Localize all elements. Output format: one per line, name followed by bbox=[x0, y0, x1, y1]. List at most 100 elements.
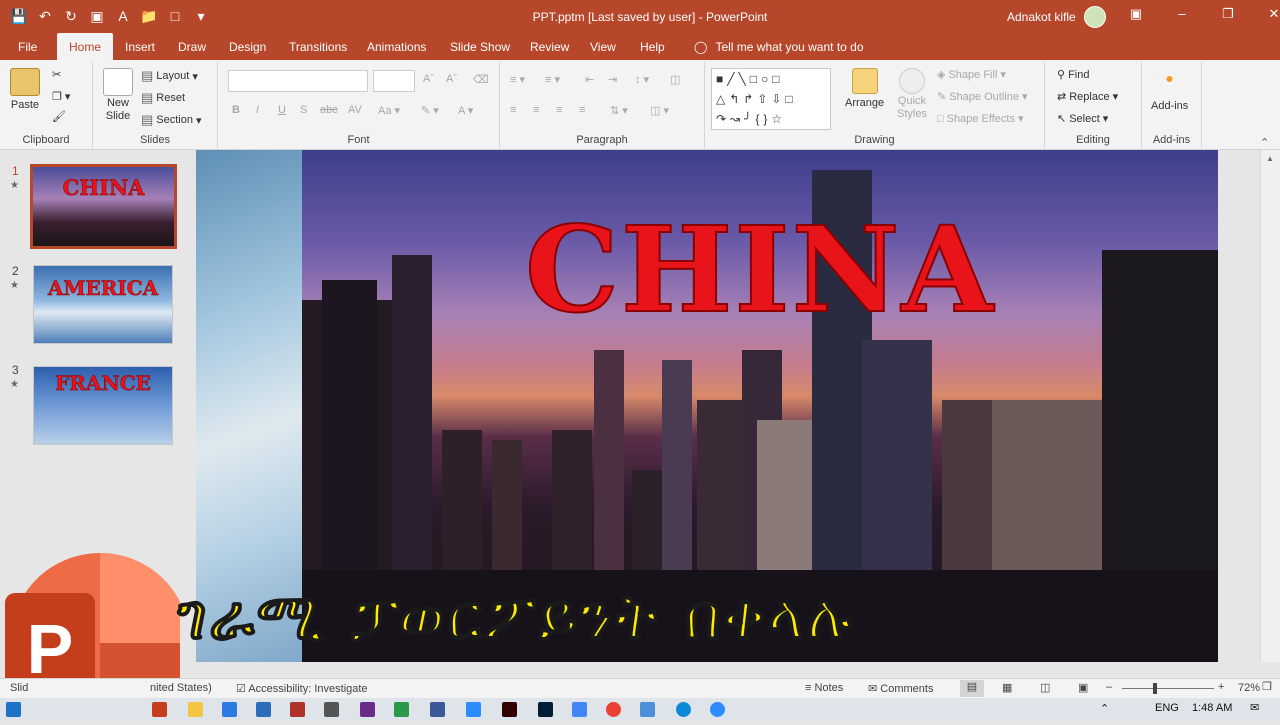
app-icon[interactable] bbox=[324, 702, 339, 717]
paste-button[interactable]: Paste bbox=[10, 68, 40, 111]
store-icon[interactable] bbox=[222, 702, 237, 717]
google-icon[interactable] bbox=[572, 702, 587, 717]
save-icon[interactable]: 💾 bbox=[8, 6, 30, 26]
slide-thumbnail[interactable]: CHINA bbox=[30, 164, 177, 249]
italic-icon[interactable]: I bbox=[256, 104, 259, 116]
font-size-select[interactable] bbox=[373, 70, 415, 92]
tab-file[interactable]: File bbox=[18, 40, 37, 54]
find-button[interactable]: ⚲ Find bbox=[1057, 68, 1089, 82]
addins-button[interactable]: ● Add-ins bbox=[1151, 70, 1188, 112]
language-status[interactable]: nited States) bbox=[150, 682, 212, 694]
language-indicator[interactable]: ENG bbox=[1155, 702, 1179, 714]
slide-thumbnail[interactable]: FRANCE bbox=[33, 366, 173, 445]
zoom-out-icon[interactable]: – bbox=[1106, 681, 1112, 693]
windows-start-icon[interactable] bbox=[6, 702, 21, 717]
clock[interactable]: 1:48 AM bbox=[1192, 702, 1232, 714]
underline-icon[interactable]: U bbox=[278, 104, 286, 116]
copy-icon[interactable]: ❐ ▾ bbox=[52, 90, 70, 103]
notifications-icon[interactable]: ✉ bbox=[1250, 701, 1259, 714]
tell-me-box[interactable]: ◯ Tell me what you want to do bbox=[694, 40, 864, 54]
present-icon[interactable]: ▣ bbox=[86, 6, 108, 26]
user-name[interactable]: Adnakot kifle bbox=[1007, 10, 1076, 24]
tab-review[interactable]: Review bbox=[530, 40, 569, 54]
slide-sorter-icon[interactable]: ▦ bbox=[1002, 681, 1012, 694]
shapes-gallery[interactable]: ■╱╲□○□ △↰↱⇧⇩□ ↷↝╯{}☆ bbox=[711, 68, 831, 130]
tab-insert[interactable]: Insert bbox=[125, 40, 155, 54]
tab-help[interactable]: Help bbox=[640, 40, 665, 54]
avatar[interactable] bbox=[1084, 6, 1106, 28]
file-explorer-icon[interactable] bbox=[188, 702, 203, 717]
decrease-indent-icon[interactable]: ⇤ bbox=[585, 73, 594, 86]
font-color-icon[interactable]: A ▾ bbox=[458, 104, 473, 117]
tab-slide-show[interactable]: Slide Show bbox=[450, 40, 510, 54]
app-icon[interactable] bbox=[640, 702, 655, 717]
strikethrough-icon[interactable]: abc bbox=[320, 104, 338, 116]
chrome-icon[interactable] bbox=[606, 702, 621, 717]
decrease-font-icon[interactable]: Aˇ bbox=[446, 73, 457, 85]
close-icon[interactable]: ✕ bbox=[1264, 6, 1280, 22]
undo-icon[interactable]: ↶ bbox=[34, 6, 56, 26]
tab-view[interactable]: View bbox=[590, 40, 616, 54]
section-button[interactable]: ▤ Section ▾ bbox=[141, 112, 202, 128]
cut-icon[interactable]: ✂ bbox=[52, 68, 61, 81]
accessibility-status[interactable]: ☑ Accessibility: Investigate bbox=[236, 682, 368, 695]
scroll-up-icon[interactable]: ▲ bbox=[1266, 154, 1274, 163]
tray-chevron-icon[interactable]: ⌃ bbox=[1100, 702, 1109, 715]
bold-icon[interactable]: B bbox=[232, 104, 240, 116]
fit-slide-icon[interactable]: ❐ bbox=[1262, 680, 1272, 693]
new-slide-button[interactable]: New Slide bbox=[103, 68, 133, 122]
align-right-icon[interactable]: ≡ bbox=[556, 104, 562, 116]
ribbon-display-icon[interactable]: ▣ bbox=[1126, 6, 1146, 22]
tab-transitions[interactable]: Transitions bbox=[289, 40, 347, 54]
tab-animations[interactable]: Animations bbox=[367, 40, 426, 54]
app-icon[interactable] bbox=[710, 702, 725, 717]
app-icon[interactable] bbox=[290, 702, 305, 717]
edge-icon[interactable] bbox=[676, 702, 691, 717]
mail-icon[interactable] bbox=[256, 702, 271, 717]
powerpoint-taskbar-icon[interactable] bbox=[152, 702, 167, 717]
tab-draw[interactable]: Draw bbox=[178, 40, 206, 54]
minimize-icon[interactable]: – bbox=[1172, 6, 1192, 22]
zoom-in-icon[interactable]: + bbox=[1218, 681, 1224, 693]
columns-icon[interactable]: ◫ bbox=[670, 73, 680, 86]
collapse-ribbon-icon[interactable]: ⌃ bbox=[1260, 136, 1269, 149]
zoom-app-icon[interactable] bbox=[466, 702, 481, 717]
numbering-icon[interactable]: ≡ ▾ bbox=[545, 73, 560, 86]
app-icon[interactable] bbox=[394, 702, 409, 717]
shape-fill-button[interactable]: ◈ Shape Fill ▾ bbox=[937, 68, 1006, 82]
quick-styles-button[interactable]: Quick Styles bbox=[897, 68, 927, 120]
app-icon[interactable] bbox=[360, 702, 375, 717]
format-painter-icon[interactable]: 🖌 bbox=[52, 110, 66, 123]
facebook-icon[interactable] bbox=[430, 702, 445, 717]
shape-effects-button[interactable]: □ Shape Effects ▾ bbox=[937, 112, 1023, 126]
new-file-icon[interactable]: □ bbox=[164, 6, 186, 26]
slide-title[interactable]: CHINA bbox=[302, 199, 1218, 340]
align-text-icon[interactable]: ◫ ▾ bbox=[650, 104, 669, 117]
line-spacing-icon[interactable]: ↕ ▾ bbox=[635, 73, 649, 86]
illustrator-icon[interactable] bbox=[502, 702, 517, 717]
comments-button[interactable]: ✉ Comments bbox=[868, 682, 933, 695]
justify-icon[interactable]: ≡ bbox=[579, 104, 585, 116]
redo-icon[interactable]: ↻ bbox=[60, 6, 82, 26]
zoom-level[interactable]: 72% bbox=[1238, 682, 1260, 694]
clear-format-icon[interactable]: ⌫ bbox=[473, 73, 489, 86]
maximize-icon[interactable]: ❐ bbox=[1218, 6, 1238, 22]
photoshop-icon[interactable] bbox=[538, 702, 553, 717]
open-folder-icon[interactable]: 📁 bbox=[138, 6, 160, 26]
slideshow-view-icon[interactable]: ▣ bbox=[1078, 681, 1088, 694]
normal-view-icon[interactable]: ▤ bbox=[960, 680, 984, 697]
increase-font-icon[interactable]: Aˆ bbox=[423, 73, 434, 85]
customize-qat-icon[interactable]: ▾ bbox=[190, 6, 212, 26]
text-direction-icon[interactable]: ⇅ ▾ bbox=[610, 104, 628, 117]
change-case-icon[interactable]: Aa ▾ bbox=[378, 104, 400, 117]
select-button[interactable]: ↖ Select ▾ bbox=[1057, 112, 1108, 126]
zoom-slider[interactable] bbox=[1122, 688, 1214, 689]
bullets-icon[interactable]: ≡ ▾ bbox=[510, 73, 525, 86]
align-left-icon[interactable]: ≡ bbox=[510, 104, 516, 116]
shape-outline-button[interactable]: ✎ Shape Outline ▾ bbox=[937, 90, 1027, 104]
font-family-select[interactable] bbox=[228, 70, 368, 92]
char-spacing-icon[interactable]: AV bbox=[348, 104, 362, 116]
font-color-icon[interactable]: A bbox=[112, 6, 134, 26]
reset-button[interactable]: ▤ Reset bbox=[141, 90, 185, 106]
layout-button[interactable]: ▤ Layout ▾ bbox=[141, 68, 198, 84]
